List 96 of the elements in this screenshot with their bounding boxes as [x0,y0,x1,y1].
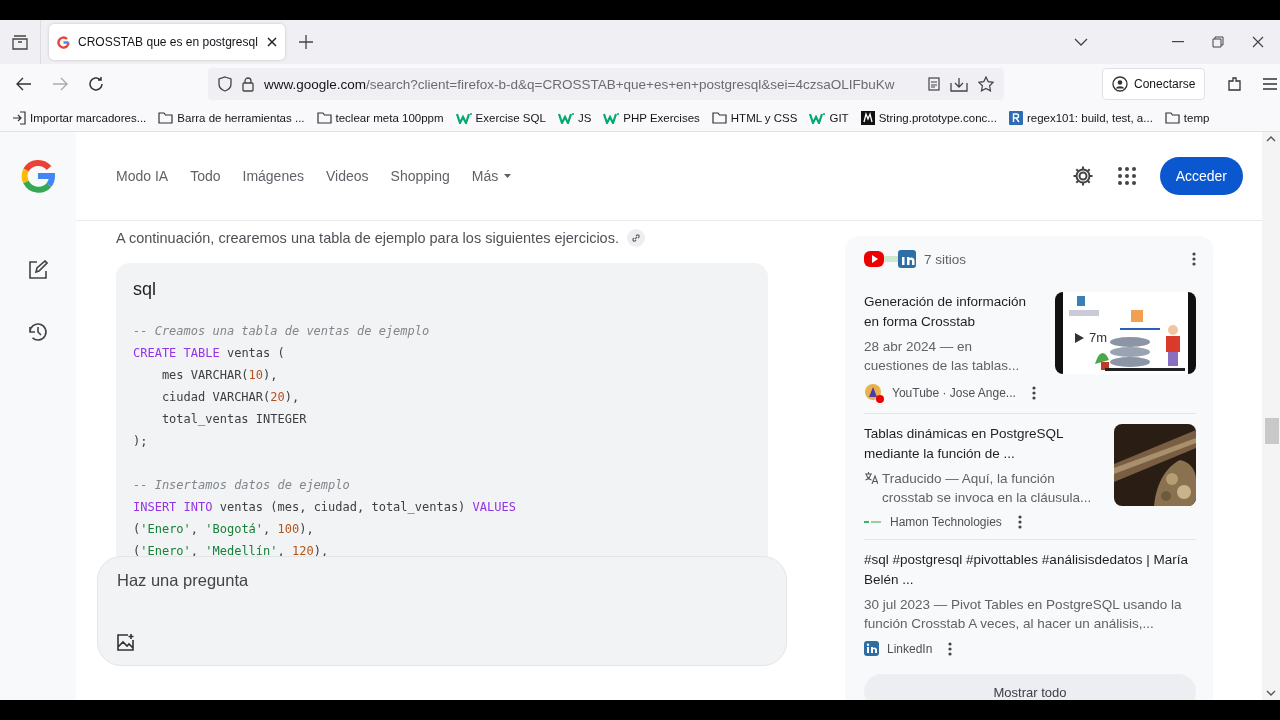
add-image-icon[interactable] [117,633,135,651]
google-favicon-icon [57,35,70,49]
nav-tab[interactable]: Videos [326,168,369,184]
nav-tab[interactable]: Imágenes [242,168,304,184]
r-logo-icon [1008,110,1023,125]
back-icon[interactable] [16,77,32,91]
folder-icon [1164,111,1180,124]
import-icon [12,110,26,125]
w3-icon [455,111,472,124]
code-line: total_ventas INTEGER [160,411,307,428]
settings-icon[interactable] [1071,165,1094,187]
sources-count: 7 sitios [924,251,967,267]
more-options-icon[interactable] [1017,515,1022,529]
folder-icon [711,111,727,124]
extensions-icon[interactable] [1227,76,1243,92]
result-title[interactable]: Generación de información en forma Crosstab [864,292,1044,332]
folder-icon [316,111,332,124]
bookmark[interactable]: PHP Exercises [603,111,700,124]
history-icon[interactable] [27,321,49,343]
source-name[interactable]: YouTube · Jose Ange... [892,386,1016,400]
hamon-logo-icon [864,519,882,525]
address-bar[interactable]: www.google.com/search?client=firefox-b-d&q=CROSSTAB+que+es+en+postgresql&sei=4czsaOLIFbuKw [208,68,1004,100]
code-line: mes VARCHAR(10), [160,367,278,384]
shield-icon [218,76,232,92]
translate-icon [864,471,878,484]
more-options-icon[interactable] [948,641,953,656]
menu-icon[interactable] [1263,78,1278,90]
show-all-button[interactable]: Mostrar todo [864,674,1196,700]
sign-in-button[interactable]: Acceder [1159,157,1243,195]
code-line: CREATE TABLE ventas ( [133,345,285,362]
bookmark[interactable]: JS [557,111,592,124]
source-logos-icon [864,250,916,268]
browser-tab[interactable]: CROSSTAB que es en postgresql [49,24,285,60]
bookmark[interactable]: String.prototype.conc... [860,110,997,125]
scroll-up-icon[interactable] [1266,136,1276,142]
m-logo-icon [860,110,875,125]
play-icon [1075,332,1084,343]
w3-icon [603,111,620,124]
result-snippet: 30 jul 2023 — Pivot Tables en PostgreSQL usando la función Crosstab A veces, al hacer un análisis,... [864,596,1183,633]
lock-icon [242,76,254,92]
code-line: INSERT INTO ventas (mes, ciudad, total_ventas) VALUES [133,499,516,516]
tab-list-icon[interactable] [11,34,29,50]
code-language-label: sql [133,279,157,300]
channel-avatar-icon [864,383,884,403]
apps-icon[interactable] [1117,167,1136,185]
result-title[interactable]: Tablas dinámicas en PostgreSQL mediante la función de ... [864,424,1094,464]
bookmark[interactable]: teclear meta 100ppm [316,111,444,124]
bookmark[interactable]: Barra de herramientas ... [158,111,305,124]
chain-link-glyph-icon [630,233,641,243]
nav-tab[interactable]: Shopping [390,168,450,184]
close-tab-icon[interactable] [267,37,277,47]
new-chat-icon[interactable] [28,260,48,280]
w3-icon [809,111,826,124]
w3-icon [557,111,574,124]
google-logo-icon[interactable] [21,159,55,193]
bookmark-star-icon[interactable] [978,76,994,92]
code-line: ciudad VARCHAR(20), [160,389,300,406]
reload-icon[interactable] [88,76,104,92]
code-line: ('Enero', 'Bogotá', 100), [133,521,314,538]
tab-dropdown-icon[interactable] [1074,38,1088,46]
caret-icon [504,174,512,178]
folder-icon [158,111,174,124]
new-tab-icon[interactable] [299,35,313,49]
code-line: -- Creamos una tabla de ventas de ejemplo [133,323,430,340]
restore-icon[interactable] [1212,36,1224,48]
more-options-icon[interactable] [1192,252,1196,266]
save-page-icon[interactable] [950,76,968,92]
bookmark[interactable]: Exercise SQL [455,111,546,124]
source-name[interactable]: Hamon Technologies [890,515,1002,529]
bookmark[interactable]: Importar marcadores... [12,110,147,125]
result-snippet: 28 abr 2024 — en cuestiones de las tablas... [864,338,1021,375]
bookmark[interactable]: GIT [809,111,849,124]
source-name[interactable]: LinkedIn [887,641,933,656]
result-title[interactable]: #sql #postgresql #pivottables #análisisdedatos | María Belén ... [864,550,1196,590]
intro-text: A continuación, crearemos una tabla de ejemplo para los siguientes ejercicios. [116,230,619,246]
video-duration: 7m [1089,330,1108,345]
link-icon[interactable] [626,229,645,247]
scroll-down-icon[interactable] [1266,690,1276,696]
bookmark[interactable]: HTML y CSS [711,111,798,124]
bookmark[interactable]: temp [1164,111,1210,124]
close-icon[interactable] [1252,36,1264,48]
nav-tab[interactable]: Todo [190,168,221,184]
reader-view-icon[interactable] [928,77,940,91]
bookmark[interactable]: regex101: build, test, a... [1008,110,1153,125]
minimize-icon[interactable] [1172,41,1184,43]
code-line: ); [133,433,148,450]
account-button[interactable]: Conectarse [1102,68,1206,100]
more-options-icon[interactable] [1031,386,1036,400]
scrollbar-thumb[interactable] [1265,418,1279,444]
code-line: -- Insertamos datos de ejemplo [133,477,350,494]
account-icon [1112,76,1128,92]
nav-tab[interactable]: Modo IA [116,168,169,184]
question-field[interactable]: Haz una pregunta [117,571,517,590]
linkedin-icon [864,641,879,656]
nav-tab[interactable]: Más [471,168,512,184]
result-snippet: Traducido — Aquí, la función crosstab se invoca en la cláusula... [882,470,1093,507]
